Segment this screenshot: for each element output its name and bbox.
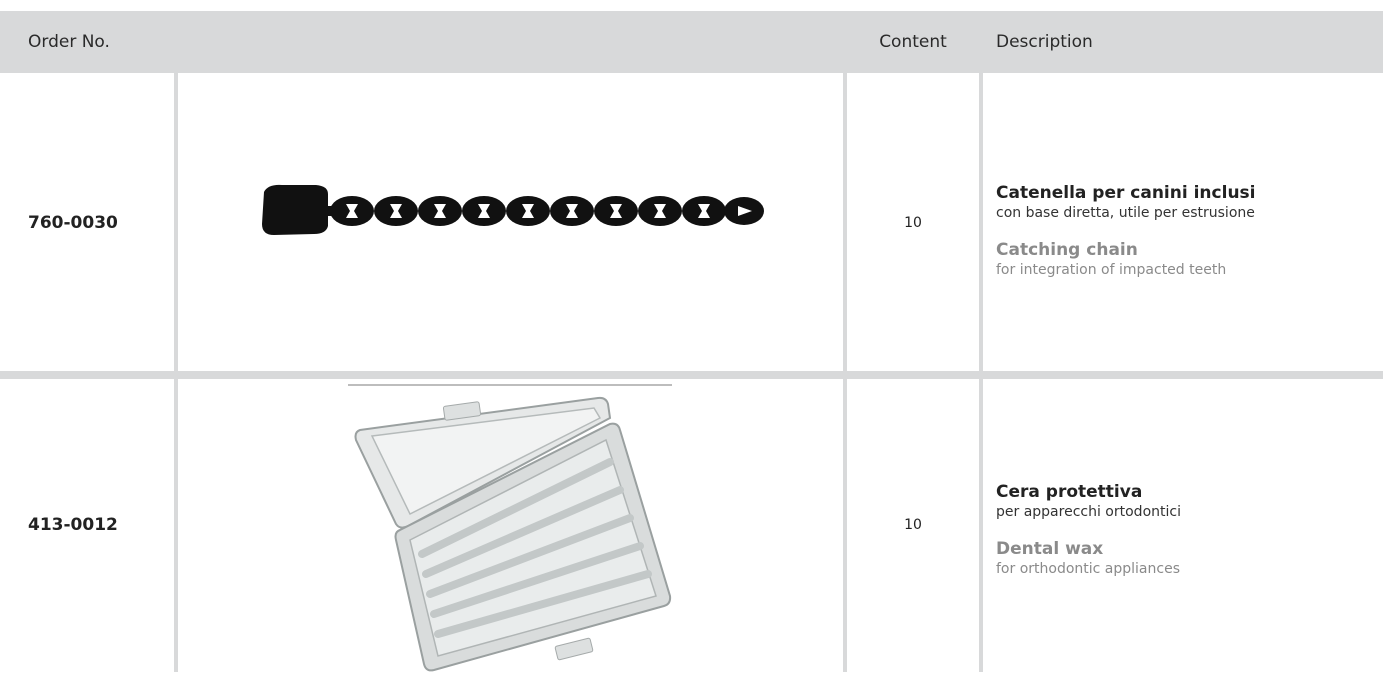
content-quantity: 10 bbox=[904, 215, 922, 231]
header-image bbox=[178, 11, 843, 73]
column-divider bbox=[979, 11, 983, 672]
wax-box-icon bbox=[348, 384, 672, 672]
order-number: 413-0012 bbox=[28, 515, 118, 535]
product-table: Order No. Content Description 760-0030 1… bbox=[0, 0, 1383, 672]
content-quantity: 10 bbox=[904, 517, 922, 533]
title-english: Dental wax bbox=[996, 539, 1104, 559]
subtitle-italian: per apparecchi ortodontici bbox=[996, 504, 1181, 520]
chain-icon bbox=[258, 180, 778, 240]
header-order-no: Order No. bbox=[0, 11, 174, 73]
description: Catenella per canini inclusi con base di… bbox=[996, 183, 1256, 279]
header-content: Content bbox=[847, 11, 979, 73]
title-italian: Catenella per canini inclusi bbox=[996, 183, 1256, 203]
header-description-label: Description bbox=[996, 32, 1093, 52]
row-divider bbox=[0, 371, 1383, 379]
order-number: 760-0030 bbox=[28, 213, 118, 233]
header-description: Description bbox=[983, 11, 1383, 73]
subtitle-italian: con base diretta, utile per estrusione bbox=[996, 205, 1255, 221]
header-order-no-label: Order No. bbox=[28, 32, 110, 52]
description: Cera protettiva per apparecchi ortodonti… bbox=[996, 482, 1181, 578]
title-italian: Cera protettiva bbox=[996, 482, 1143, 502]
column-divider bbox=[174, 11, 178, 672]
subtitle-english: for integration of impacted teeth bbox=[996, 262, 1227, 278]
column-divider bbox=[843, 11, 847, 672]
subtitle-english: for orthodontic appliances bbox=[996, 561, 1180, 577]
header-content-label: Content bbox=[879, 32, 947, 52]
title-english: Catching chain bbox=[996, 240, 1138, 260]
